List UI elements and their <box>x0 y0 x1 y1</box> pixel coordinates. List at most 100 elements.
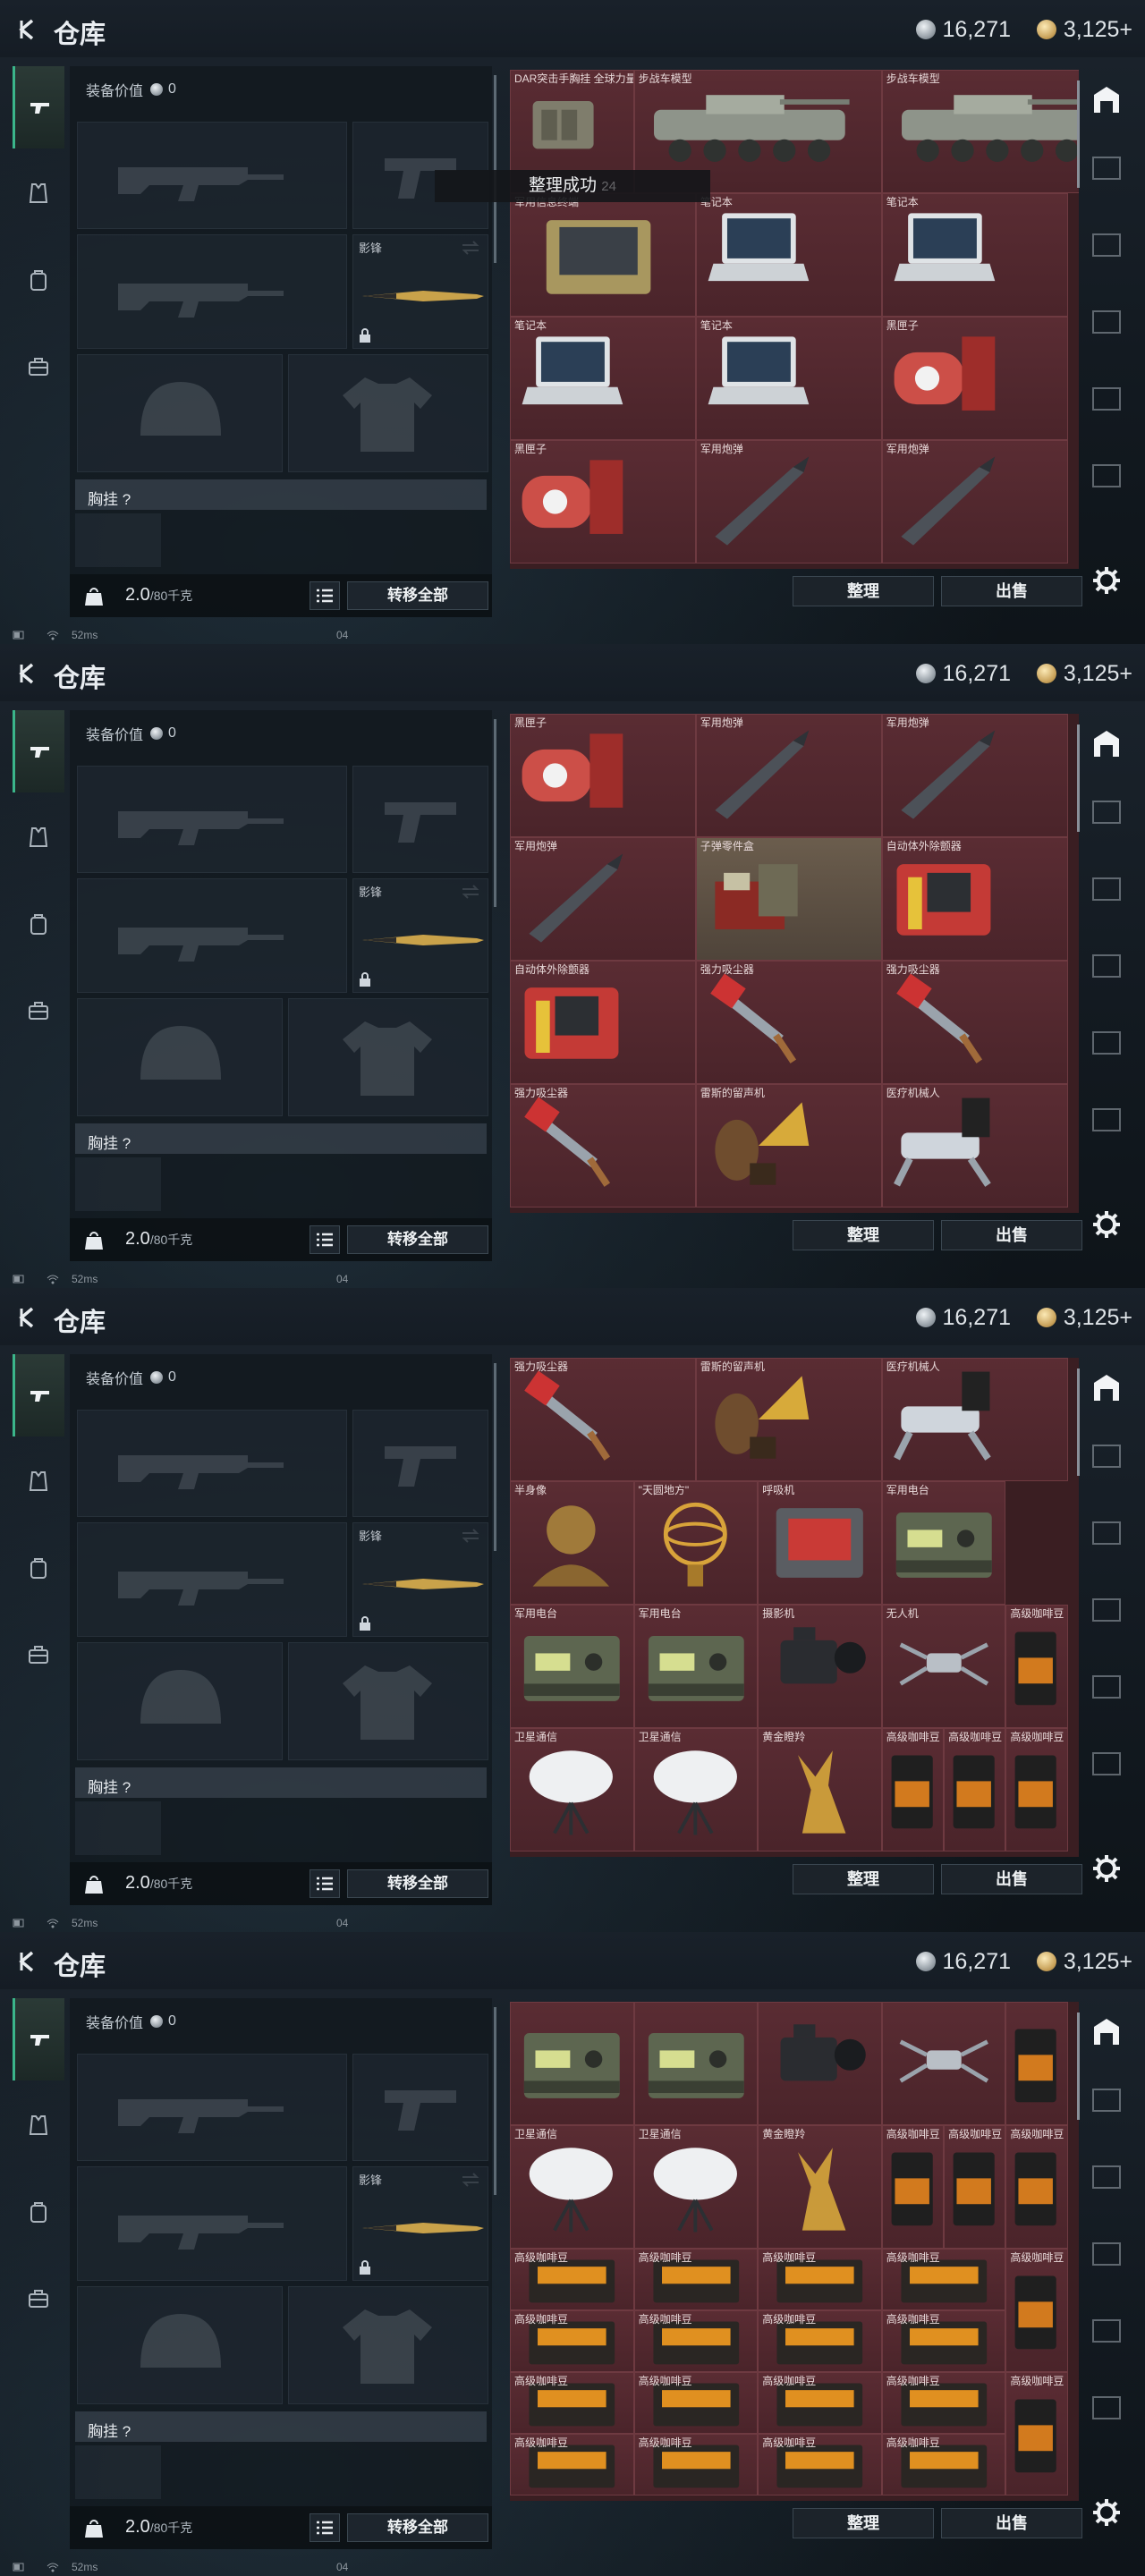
storage-item[interactable]: 高级咖啡豆 <box>633 2249 759 2310</box>
storage-item[interactable]: 高级咖啡豆 <box>1005 2372 1068 2496</box>
storage-item[interactable]: 高级咖啡豆 <box>510 2372 634 2434</box>
melee-slot[interactable]: 影锋 <box>352 234 488 349</box>
armor-slot[interactable] <box>288 2286 488 2404</box>
storage-item[interactable]: 高级咖啡豆 <box>881 2310 1006 2372</box>
storage-item[interactable]: 无人机 <box>881 1605 1006 1728</box>
storage-item[interactable]: 子弹零件盒 <box>695 837 882 961</box>
storage-item[interactable]: 黑匣子 <box>881 317 1068 440</box>
storage-item[interactable]: 雷斯的留声机 <box>695 1358 882 1481</box>
primary-weapon-slot[interactable] <box>77 1410 347 1517</box>
storage-scrollbar[interactable] <box>1077 2012 1080 2120</box>
rail-weapon[interactable] <box>13 1354 64 1436</box>
storage-item[interactable]: 高级咖啡豆 <box>758 2249 882 2310</box>
side-tab-icon[interactable] <box>1091 2241 1122 2267</box>
rail-weapon[interactable] <box>13 1998 64 2080</box>
transfer-all-button[interactable]: 转移全部 <box>347 2513 488 2542</box>
melee-slot[interactable]: 影锋 <box>352 1522 488 1637</box>
list-view-button[interactable] <box>310 2513 340 2542</box>
storage-item[interactable]: 笔记本 <box>695 317 882 440</box>
gold-currency[interactable]: 3,125+ <box>1036 1304 1132 1331</box>
storage-item[interactable]: 雷斯的留声机 <box>695 1084 882 1208</box>
gear-icon[interactable] <box>1091 1209 1122 1240</box>
melee-slot[interactable]: 影锋 <box>352 2166 488 2281</box>
sell-button[interactable]: 出售 <box>941 1864 1082 1894</box>
swap-icon[interactable] <box>461 241 480 255</box>
equipment-scrollbar[interactable] <box>494 75 496 263</box>
storage-item[interactable] <box>758 2002 882 2125</box>
storage-item[interactable]: 笔记本 <box>510 317 696 440</box>
melee-slot[interactable]: 影锋 <box>352 878 488 993</box>
warehouse-icon[interactable] <box>1089 82 1124 118</box>
storage-scrollbar[interactable] <box>1077 724 1080 832</box>
chest-rig-bar[interactable]: 胸挂 ? <box>75 1767 487 1798</box>
helmet-slot[interactable] <box>77 2286 283 2404</box>
side-tab-icon[interactable] <box>1091 953 1122 979</box>
storage-item[interactable]: 军用信息终端 <box>510 193 696 317</box>
side-tab-icon[interactable] <box>1091 800 1122 825</box>
side-tab-icon[interactable] <box>1091 1030 1122 1055</box>
storage-item[interactable]: 黑匣子 <box>510 714 696 837</box>
equipment-scrollbar[interactable] <box>494 1363 496 1551</box>
storage-item[interactable]: 医疗机械人 <box>881 1084 1068 1208</box>
list-view-button[interactable] <box>310 581 340 610</box>
storage-item[interactable]: 卫星通信 <box>633 2125 759 2249</box>
gear-icon[interactable] <box>1091 565 1122 596</box>
storage-item[interactable] <box>510 2002 634 2125</box>
side-tab-icon[interactable] <box>1091 1107 1122 1132</box>
storage-item[interactable]: 高级咖啡豆 <box>758 2434 882 2496</box>
equipment-scrollbar[interactable] <box>494 2007 496 2195</box>
side-tab-icon[interactable] <box>1091 156 1122 181</box>
rail-weapon[interactable] <box>13 66 64 148</box>
rail-weapon[interactable] <box>13 710 64 792</box>
rail-armor[interactable] <box>13 152 64 234</box>
storage-item[interactable]: 高级咖啡豆 <box>881 2125 945 2249</box>
storage-item[interactable] <box>1005 2002 1068 2125</box>
sort-button[interactable]: 整理 <box>793 1220 934 1250</box>
side-tab-icon[interactable] <box>1091 386 1122 411</box>
storage-item[interactable]: 高级咖啡豆 <box>633 2434 759 2496</box>
side-tab-icon[interactable] <box>1091 1597 1122 1623</box>
storage-item[interactable]: 强力吸尘器 <box>881 961 1068 1084</box>
sort-button[interactable]: 整理 <box>793 1864 934 1894</box>
chest-rig-slot[interactable] <box>75 2445 161 2499</box>
sort-button[interactable]: 整理 <box>793 576 934 606</box>
rail-backpack[interactable] <box>13 240 64 322</box>
storage-item[interactable]: 高级咖啡豆 <box>881 1728 945 1852</box>
storage-item[interactable]: 军用炮弹 <box>695 440 882 564</box>
storage-item[interactable]: 高级咖啡豆 <box>510 2434 634 2496</box>
storage-item[interactable]: 高级咖啡豆 <box>510 2310 634 2372</box>
chest-rig-bar[interactable]: 胸挂 ? <box>75 2411 487 2442</box>
storage-item[interactable]: 高级咖啡豆 <box>1005 2125 1068 2249</box>
storage-item[interactable]: 高级咖啡豆 <box>633 2310 759 2372</box>
back-icon[interactable] <box>14 660 41 687</box>
chest-rig-slot[interactable] <box>75 1157 161 1211</box>
secondary-weapon-slot[interactable] <box>77 1522 347 1637</box>
sidearm-slot[interactable] <box>352 766 488 873</box>
sort-button[interactable]: 整理 <box>793 2508 934 2538</box>
armor-slot[interactable] <box>288 354 488 472</box>
sidearm-slot[interactable] <box>352 1410 488 1517</box>
chest-rig-bar[interactable]: 胸挂 ? <box>75 479 487 510</box>
swap-icon[interactable] <box>461 885 480 899</box>
armor-slot[interactable] <box>288 998 488 1116</box>
helmet-slot[interactable] <box>77 1642 283 1760</box>
rail-case[interactable] <box>13 1614 64 1696</box>
storage-item[interactable]: 步战车模型 <box>881 70 1079 193</box>
rail-backpack[interactable] <box>13 2172 64 2254</box>
storage-item[interactable]: 高级咖啡豆 <box>758 2372 882 2434</box>
storage-item[interactable]: 卫星通信 <box>633 1728 759 1852</box>
side-tab-icon[interactable] <box>1091 1751 1122 1776</box>
side-tab-icon[interactable] <box>1091 1674 1122 1699</box>
storage-item[interactable]: 强力吸尘器 <box>510 1358 696 1481</box>
equipment-scrollbar[interactable] <box>494 719 496 907</box>
storage-item[interactable]: 军用炮弹 <box>881 440 1068 564</box>
storage-item[interactable]: 自动体外除颤器 <box>881 837 1068 961</box>
storage-item[interactable]: 高级咖啡豆 <box>881 2434 1006 2496</box>
warehouse-icon[interactable] <box>1089 726 1124 762</box>
rail-case[interactable] <box>13 970 64 1052</box>
storage-item[interactable]: 自动体外除颤器 <box>510 961 696 1084</box>
gold-currency[interactable]: 3,125+ <box>1036 1948 1132 1975</box>
storage-item[interactable]: 高级咖啡豆 <box>1005 1728 1068 1852</box>
warehouse-icon[interactable] <box>1089 1370 1124 1406</box>
secondary-weapon-slot[interactable] <box>77 878 347 993</box>
